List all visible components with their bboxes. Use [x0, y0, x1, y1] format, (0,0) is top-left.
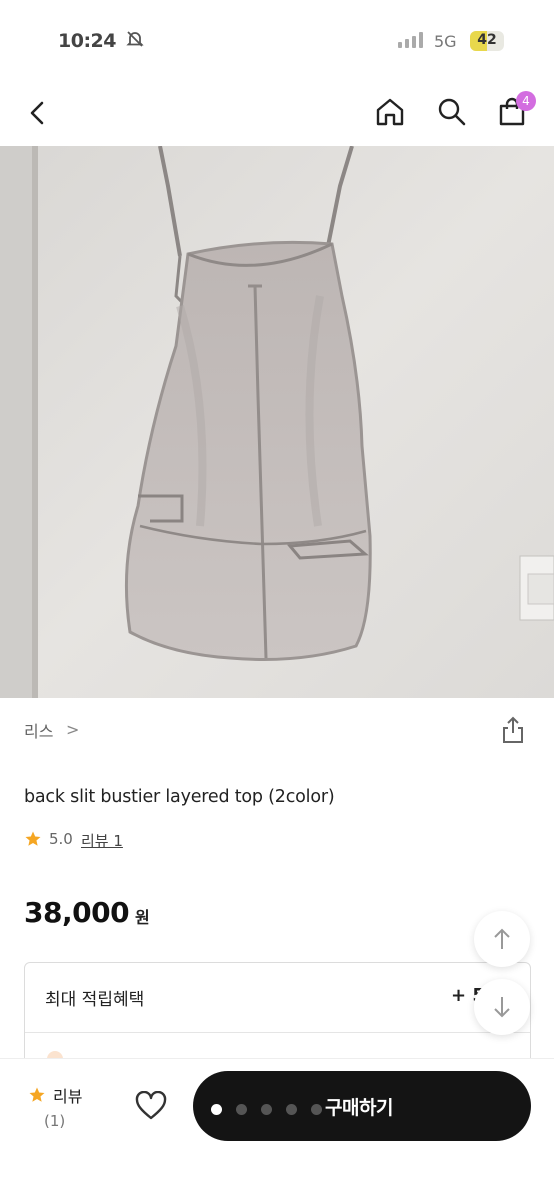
- arrow-up-icon: [494, 928, 510, 949]
- share-icon[interactable]: [500, 716, 526, 748]
- cellular-signal-icon: [398, 32, 426, 52]
- page-dot: [286, 1104, 297, 1115]
- battery-icon: 42: [470, 31, 504, 51]
- scroll-bottom-button[interactable]: [474, 979, 530, 1035]
- brand-name[interactable]: 리스: [24, 718, 53, 742]
- product-title: back slit bustier layered top (2color): [24, 787, 335, 807]
- benefit-label: 최대 적립혜택: [45, 990, 145, 1010]
- review-count[interactable]: (1): [44, 1112, 65, 1130]
- network-type: 5G: [434, 32, 457, 51]
- star-icon: [24, 830, 42, 852]
- page-dot: [211, 1104, 222, 1115]
- cart-count-badge: 4: [516, 91, 536, 111]
- arrow-down-icon: [494, 997, 510, 1018]
- search-icon[interactable]: [436, 96, 468, 132]
- buy-button[interactable]: 구매하기: [193, 1071, 531, 1141]
- battery-level: 42: [477, 32, 497, 48]
- review-star-icon: [28, 1086, 46, 1108]
- home-icon[interactable]: [374, 96, 406, 132]
- price-currency: 원: [135, 908, 150, 927]
- buy-button-label: 구매하기: [325, 1097, 393, 1119]
- bottom-action-bar: 리뷰 (1) 구매하기: [0, 1058, 554, 1200]
- heart-icon[interactable]: [134, 1090, 168, 1125]
- product-image[interactable]: [0, 146, 554, 698]
- page-dot: [311, 1104, 322, 1115]
- status-bar: 10:24 5G 42: [0, 0, 554, 80]
- back-arrow-icon[interactable]: [24, 98, 54, 132]
- brand-chevron-icon[interactable]: >: [66, 720, 79, 739]
- silent-bell-icon: [126, 30, 144, 52]
- benefit-divider: [25, 1032, 530, 1033]
- status-time: 10:24: [58, 30, 116, 52]
- review-link[interactable]: 리뷰 1: [81, 830, 123, 851]
- image-page-indicator: [211, 1100, 336, 1119]
- product-price: 38,000: [24, 896, 130, 929]
- app-header: 4: [0, 80, 554, 146]
- page-dot: [236, 1104, 247, 1115]
- page-dot: [261, 1104, 272, 1115]
- scroll-top-button[interactable]: [474, 911, 530, 967]
- review-tab-label[interactable]: 리뷰: [53, 1083, 82, 1107]
- rating-value: 5.0: [49, 830, 73, 848]
